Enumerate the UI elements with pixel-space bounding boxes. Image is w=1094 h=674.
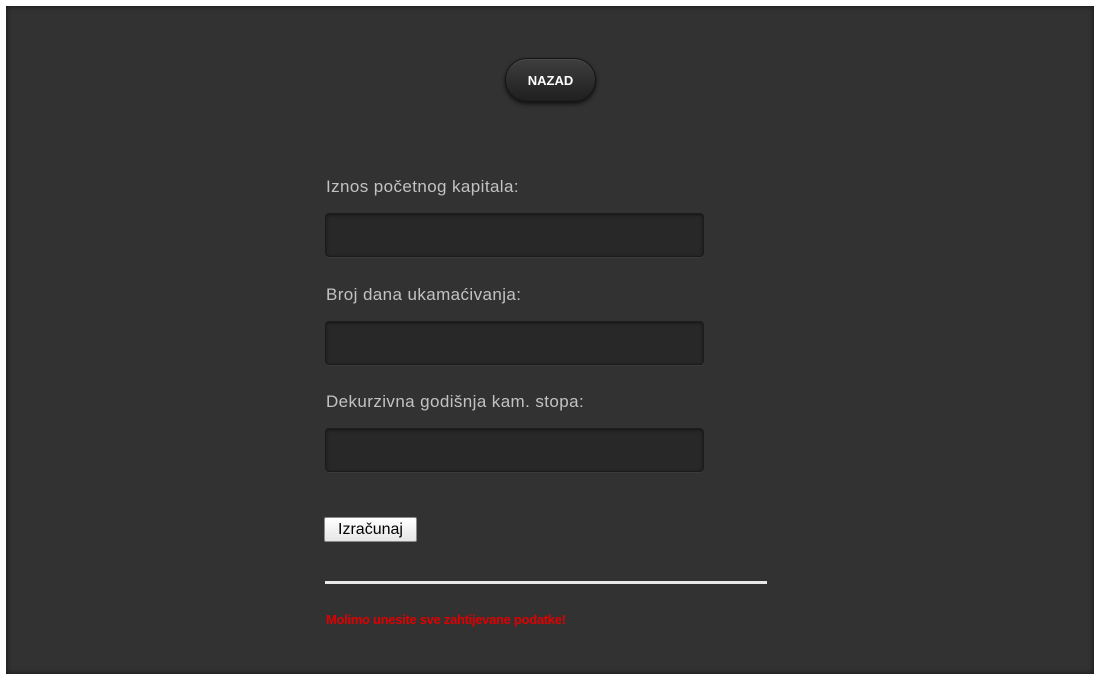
days-input[interactable] (325, 321, 704, 365)
days-label: Broj dana ukamaćivanja: (326, 285, 522, 304)
page-panel: NAZAD Iznos početnog kapitala: Broj dana… (6, 6, 1094, 674)
capital-label: Iznos početnog kapitala: (326, 177, 519, 196)
back-button[interactable]: NAZAD (505, 58, 596, 102)
error-message: Molimo unesite sve zahtijevane podatke! (326, 612, 566, 627)
calculate-button[interactable]: Izračunaj (324, 517, 417, 542)
capital-input[interactable] (325, 213, 704, 257)
rate-label: Dekurzivna godišnja kam. stopa: (326, 392, 585, 411)
rate-input[interactable] (325, 428, 704, 472)
result-divider (325, 581, 767, 584)
